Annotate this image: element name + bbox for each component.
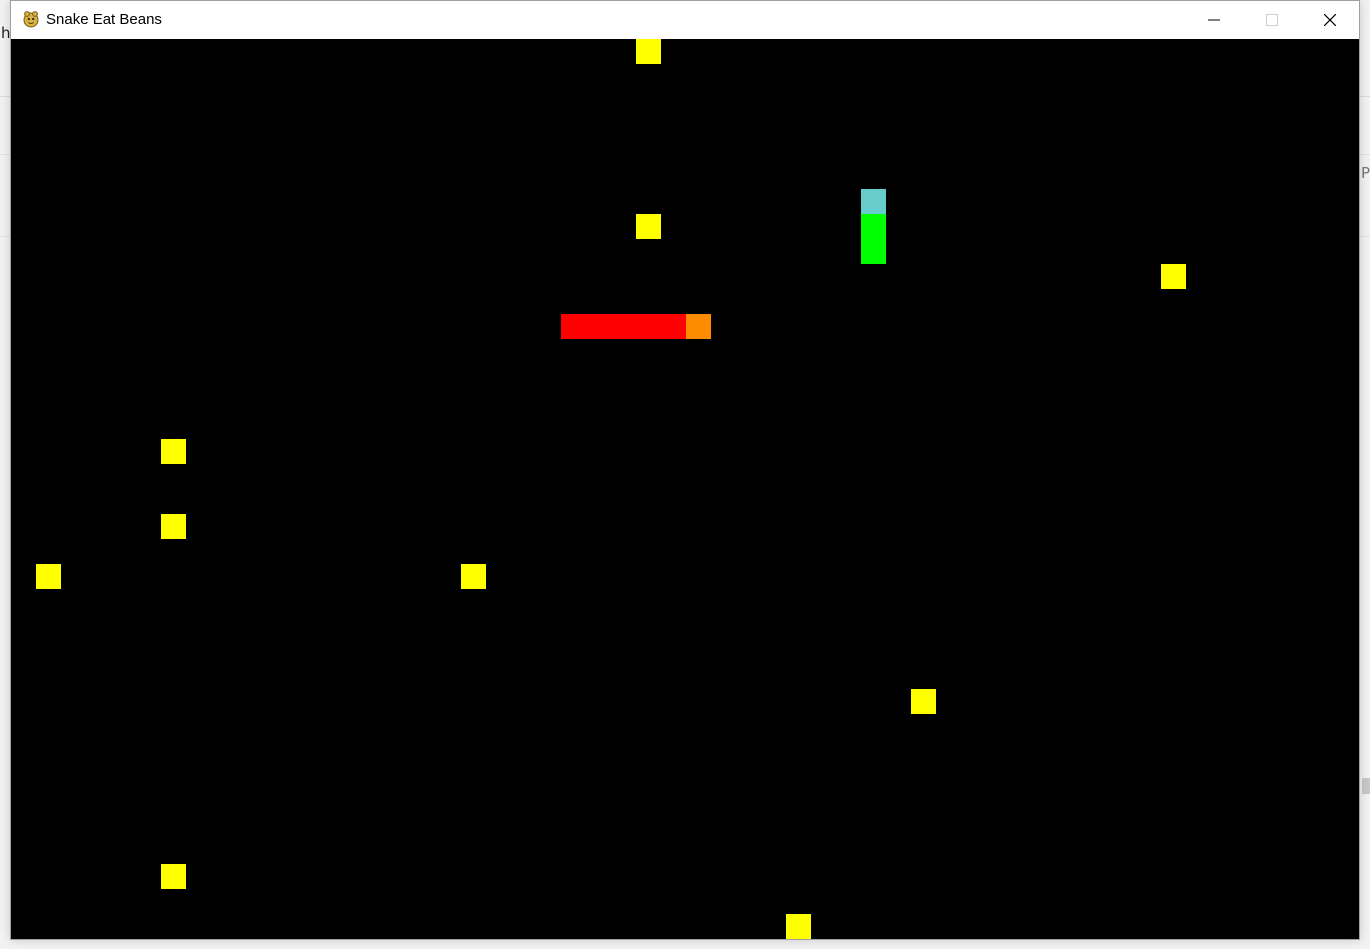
- bean: [461, 564, 486, 589]
- snake-red-body-segment: [661, 314, 686, 339]
- snake-red-body-segment: [636, 314, 661, 339]
- bean: [161, 439, 186, 464]
- pygame-snake-icon: [22, 10, 40, 28]
- background-text: P: [1361, 164, 1370, 182]
- snake-red-body-segment: [586, 314, 611, 339]
- snake-red-body-segment: [611, 314, 636, 339]
- game-board[interactable]: [11, 39, 1359, 939]
- bean: [36, 564, 61, 589]
- bean: [1161, 264, 1186, 289]
- minimize-button[interactable]: [1185, 1, 1243, 39]
- bean: [636, 39, 661, 64]
- snake-red-head: [686, 314, 711, 339]
- bean: [911, 689, 936, 714]
- snake-green-body-segment: [861, 214, 886, 239]
- maximize-button[interactable]: [1243, 1, 1301, 39]
- snake-green-head: [861, 189, 886, 214]
- background-scrollbar: [1362, 778, 1370, 794]
- minimize-icon: [1208, 19, 1220, 21]
- bean: [161, 864, 186, 889]
- window-title: Snake Eat Beans: [46, 11, 162, 28]
- title-bar[interactable]: Snake Eat Beans: [11, 1, 1359, 39]
- maximize-icon: [1266, 14, 1278, 26]
- game-window: Snake Eat Beans: [10, 0, 1360, 940]
- bean: [161, 514, 186, 539]
- close-button[interactable]: [1301, 1, 1359, 39]
- bean: [636, 214, 661, 239]
- bean: [786, 914, 811, 939]
- snake-green-body-segment: [861, 239, 886, 264]
- snake-red-body-segment: [561, 314, 586, 339]
- close-icon: [1324, 14, 1336, 26]
